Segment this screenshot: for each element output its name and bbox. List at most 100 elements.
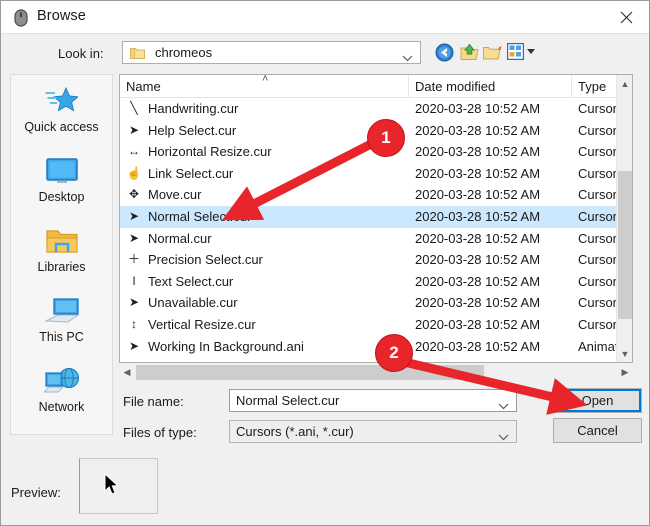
look-in-label: Look in: — [58, 46, 104, 61]
working-in-background-cursor-icon: ➤ — [128, 338, 140, 353]
sidebar-item-label: Network — [38, 400, 85, 414]
create-new-folder-icon[interactable] — [483, 43, 502, 62]
table-row[interactable]: ➤ Working In Background.ani 2020-03-28 1… — [120, 336, 632, 358]
monitor-icon — [11, 153, 112, 189]
file-name: Text Select.cur — [148, 273, 234, 289]
scroll-up-icon[interactable]: ▲ — [617, 75, 632, 92]
file-name: Help Select.cur — [148, 122, 237, 138]
help-select-cursor-icon: ➤ — [128, 122, 140, 137]
file-name-label: File name: — [123, 394, 184, 409]
table-row-selected[interactable]: ➤ Normal Select.cur 2020-03-28 10:52 AM … — [120, 205, 632, 228]
table-row[interactable]: ↕ Vertical Resize.cur 2020-03-28 10:52 A… — [120, 314, 632, 336]
column-header-name[interactable]: Name — [126, 79, 161, 94]
open-button[interactable]: Open — [553, 388, 642, 413]
file-name: Move.cur — [148, 187, 202, 203]
file-date: 2020-03-28 10:52 AM — [415, 208, 541, 224]
cancel-button[interactable]: Cancel — [553, 418, 642, 443]
horizontal-scrollbar-thumb[interactable] — [136, 365, 484, 380]
file-name: Precision Select.cur — [148, 252, 263, 268]
file-name: Normal Select.cur — [148, 208, 252, 224]
normal-cursor-icon: ➤ — [128, 230, 140, 245]
sidebar-item-label: Desktop — [38, 190, 85, 204]
file-date: 2020-03-28 10:52 AM — [415, 338, 541, 354]
arrow-cursor-icon — [104, 472, 121, 502]
file-date: 2020-03-28 10:52 AM — [415, 295, 541, 311]
vertical-scrollbar-thumb[interactable] — [618, 171, 632, 319]
file-name: Vertical Resize.cur — [148, 316, 256, 332]
files-of-type-label: Files of type: — [123, 425, 197, 440]
up-one-level-icon[interactable] — [460, 43, 479, 62]
title-bar: Browse — [1, 1, 649, 34]
chevron-down-icon — [402, 49, 413, 67]
sidebar-item-libraries[interactable]: Libraries — [11, 223, 112, 274]
files-of-type-value: Cursors (*.ani, *.cur) — [236, 424, 354, 439]
file-date: 2020-03-28 10:52 AM — [415, 101, 541, 116]
views-icon[interactable] — [507, 43, 526, 62]
file-date: 2020-03-28 10:52 AM — [415, 187, 541, 203]
places-bar: Quick access Desktop Libraries This PC N… — [10, 74, 113, 435]
table-row[interactable]: ➤ Normal.cur 2020-03-28 10:52 AM Cursor — [120, 228, 632, 250]
table-row[interactable]: ➤ Help Select.cur 2020-03-28 10:52 AM Cu… — [120, 120, 632, 142]
file-name: Working In Background.ani — [148, 338, 304, 354]
close-icon[interactable] — [603, 1, 649, 33]
link-select-cursor-icon: ☝ — [126, 165, 142, 180]
back-icon[interactable] — [435, 43, 454, 62]
table-row[interactable]: ╲ Handwriting.cur 2020-03-28 10:52 AM Cu… — [120, 98, 632, 120]
globe-icon — [11, 363, 112, 399]
file-rows: ╲ Handwriting.cur 2020-03-28 10:52 AM Cu… — [120, 98, 632, 357]
table-row[interactable]: ☝ Link Select.cur 2020-03-28 10:52 AM Cu… — [120, 163, 632, 185]
file-date: 2020-03-28 10:52 AM — [415, 165, 541, 181]
file-name: Link Select.cur — [148, 165, 234, 181]
column-header-type[interactable]: Type — [578, 79, 606, 94]
column-divider — [571, 75, 572, 97]
preview-label: Preview: — [11, 485, 61, 500]
horizontal-resize-cursor-icon: ↔ — [128, 144, 140, 159]
chevron-down-icon[interactable] — [498, 397, 509, 415]
text-select-cursor-icon: I — [132, 273, 136, 288]
files-of-type-dropdown[interactable]: Cursors (*.ani, *.cur) — [229, 420, 517, 443]
chevron-down-icon[interactable] — [498, 428, 509, 446]
scroll-down-icon[interactable]: ▼ — [617, 345, 632, 362]
column-divider — [632, 75, 633, 97]
file-list[interactable]: Name Date modified Type ˄ ╲ Handwriting.… — [119, 74, 633, 363]
folder-icon — [11, 223, 112, 259]
sidebar-item-desktop[interactable]: Desktop — [11, 153, 112, 204]
file-name: Handwriting.cur — [148, 101, 239, 116]
views-dropdown-arrow-icon[interactable] — [527, 49, 535, 54]
window-title: Browse — [37, 8, 86, 24]
scroll-left-icon[interactable]: ◀ — [119, 364, 135, 381]
sidebar-item-this-pc[interactable]: This PC — [11, 293, 112, 344]
look-in-dropdown[interactable]: chromeos — [122, 41, 421, 64]
preview-box — [79, 458, 158, 514]
sort-ascending-icon: ˄ — [262, 74, 269, 85]
sidebar-item-quick-access[interactable]: Quick access — [11, 83, 112, 134]
table-row[interactable]: ↔ Horizontal Resize.cur 2020-03-28 10:52… — [120, 141, 632, 163]
star-icon — [11, 83, 112, 119]
file-name: Normal.cur — [148, 230, 212, 246]
mouse-icon — [14, 9, 28, 27]
computer-icon — [11, 293, 112, 329]
vertical-scrollbar[interactable]: ▲ ▼ — [616, 75, 632, 362]
horizontal-scrollbar[interactable]: ◀ ▶ — [119, 364, 633, 381]
file-date: 2020-03-28 10:52 AM — [415, 122, 541, 138]
table-row[interactable]: I Text Select.cur 2020-03-28 10:52 AM Cu… — [120, 271, 632, 293]
file-date: 2020-03-28 10:52 AM — [415, 144, 541, 160]
folder-icon — [130, 46, 145, 60]
scroll-right-icon[interactable]: ▶ — [617, 364, 633, 381]
sidebar-item-label: Libraries — [37, 260, 86, 274]
normal-select-cursor-icon: ➤ — [128, 208, 140, 223]
look-in-value: chromeos — [155, 45, 213, 60]
file-name-input[interactable]: Normal Select.cur — [229, 389, 517, 412]
column-header-date-modified[interactable]: Date modified — [415, 79, 495, 94]
file-date: 2020-03-28 10:52 AM — [415, 230, 541, 246]
table-row[interactable]: ➤ Unavailable.cur 2020-03-28 10:52 AM Cu… — [120, 292, 632, 314]
sidebar-item-network[interactable]: Network — [11, 363, 112, 414]
file-date: 2020-03-28 10:52 AM — [415, 252, 541, 268]
browse-dialog: Browse Look in: chromeos Quick access De… — [0, 0, 650, 526]
column-header-row: Name Date modified Type ˄ — [120, 75, 632, 98]
table-row[interactable]: ✥ Move.cur 2020-03-28 10:52 AM Cursor — [120, 184, 632, 206]
table-row[interactable]: ＋ Precision Select.cur 2020-03-28 10:52 … — [120, 249, 632, 271]
unavailable-cursor-icon: ➤ — [128, 295, 140, 310]
column-divider — [408, 75, 409, 97]
file-name: Horizontal Resize.cur — [148, 144, 272, 160]
